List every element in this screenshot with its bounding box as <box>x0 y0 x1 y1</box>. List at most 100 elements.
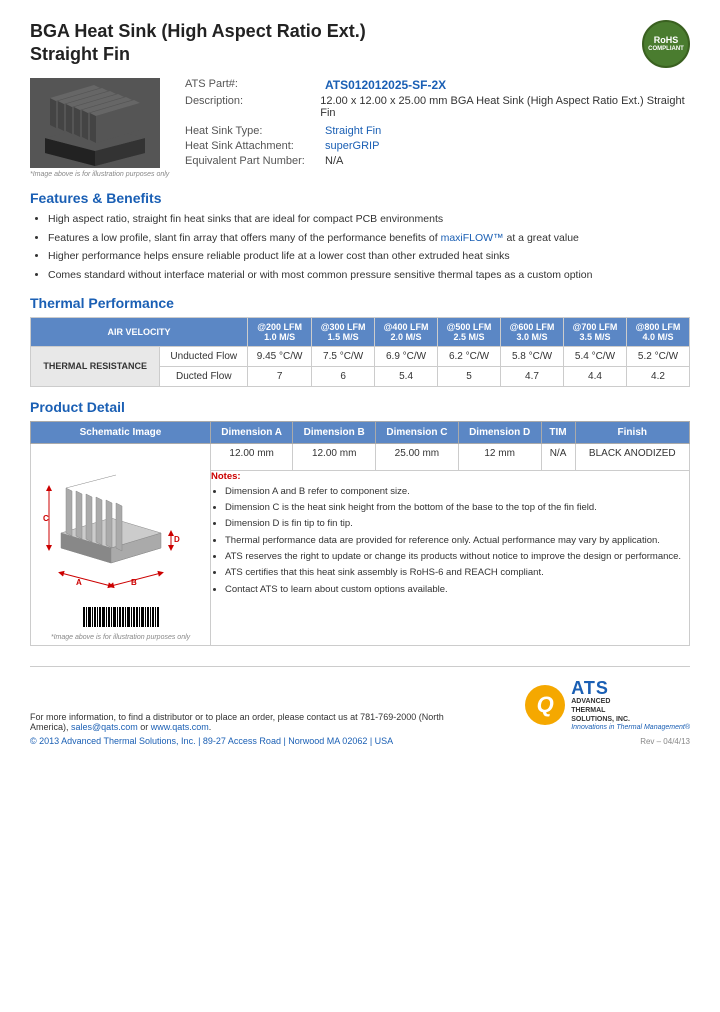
svg-text:C: C <box>43 514 49 523</box>
footer-left: For more information, to find a distribu… <box>30 712 450 746</box>
air-velocity-header: AIR VELOCITY <box>31 317 248 346</box>
ducted-flow-label: Ducted Flow <box>160 366 248 386</box>
col-schematic: Schematic Image <box>31 421 211 443</box>
note-2: Dimension C is the heat sink height from… <box>225 501 689 514</box>
maxiflow-link[interactable]: maxiFLOW™ <box>441 232 504 244</box>
col-200lfm: @200 LFM1.0 M/S <box>248 317 312 346</box>
ducted-400: 5.4 <box>375 366 438 386</box>
footer-email-link[interactable]: sales@qats.com <box>71 722 138 732</box>
notes-cell: Notes: Dimension A and B refer to compon… <box>211 470 690 645</box>
ducted-300: 6 <box>312 366 375 386</box>
unducted-300: 7.5 °C/W <box>312 346 375 366</box>
dim-a-value: 12.00 mm <box>211 443 293 470</box>
ducted-700: 4.4 <box>563 366 626 386</box>
part-number-row: ATS Part#: ATS012012025-SF-2X <box>185 78 690 92</box>
product-image-box: *Image above is for illustration purpose… <box>30 78 170 178</box>
heat-sink-type-label: Heat Sink Type: <box>185 125 325 137</box>
dim-c-value: 25.00 mm <box>376 443 459 470</box>
footer-section: For more information, to find a distribu… <box>30 666 690 746</box>
feature-item-2: Features a low profile, slant fin array … <box>48 231 690 246</box>
thermal-title: Thermal Performance <box>30 295 690 311</box>
note-6: ATS certifies that this heat sink assemb… <box>225 566 689 579</box>
feature-item-4: Comes standard without interface materia… <box>48 268 690 283</box>
unducted-600: 5.8 °C/W <box>501 346 564 366</box>
col-300lfm: @300 LFM1.5 M/S <box>312 317 375 346</box>
tim-value: N/A <box>541 443 575 470</box>
header-section: BGA Heat Sink (High Aspect Ratio Ext.) S… <box>30 20 690 68</box>
svg-text:B: B <box>131 578 137 587</box>
footer-website-link[interactable]: www.qats.com <box>151 722 209 732</box>
rohs-text: RoHS <box>654 35 679 46</box>
finish-value: BLACK ANODIZED <box>575 443 689 470</box>
unducted-flow-label: Unducted Flow <box>160 346 248 366</box>
ats-tagline: Innovations in Thermal Management® <box>571 724 690 731</box>
rohs-compliant-text: COMPLIANT <box>648 46 684 53</box>
product-title: BGA Heat Sink (High Aspect Ratio Ext.) S… <box>30 20 366 67</box>
attachment-row: Heat Sink Attachment: superGRIP <box>185 140 690 152</box>
unducted-800: 5.2 °C/W <box>626 346 689 366</box>
col-500lfm: @500 LFM2.5 M/S <box>438 317 501 346</box>
part-label: ATS Part#: <box>185 78 325 92</box>
dimension-values-row: A B C D <box>31 443 690 470</box>
ats-logo: Q ATS ADVANCED THERMAL SOLUTIONS, INC. I… <box>525 679 690 731</box>
note-5: ATS reserves the right to update or chan… <box>225 550 689 563</box>
col-finish: Finish <box>575 421 689 443</box>
thermal-resistance-label: THERMAL RESISTANCE <box>31 346 160 386</box>
product-detail-title: Product Detail <box>30 399 690 415</box>
unducted-500: 6.2 °C/W <box>438 346 501 366</box>
feature-item-1: High aspect ratio, straight fin heat sin… <box>48 212 690 227</box>
unducted-700: 5.4 °C/W <box>563 346 626 366</box>
product-title-text: BGA Heat Sink (High Aspect Ratio Ext.) S… <box>30 20 366 67</box>
thermal-performance-table: AIR VELOCITY @200 LFM1.0 M/S @300 LFM1.5… <box>30 317 690 387</box>
notes-title: Notes: <box>211 471 689 482</box>
svg-text:D: D <box>174 535 180 544</box>
unducted-200: 9.45 °C/W <box>248 346 312 366</box>
svg-text:A: A <box>76 578 82 587</box>
notes-list: Dimension A and B refer to component siz… <box>211 485 689 596</box>
product-info-section: *Image above is for illustration purpose… <box>30 78 690 178</box>
product-specs: ATS Part#: ATS012012025-SF-2X Descriptio… <box>185 78 690 178</box>
dim-d-value: 12 mm <box>458 443 541 470</box>
col-dim-a: Dimension A <box>211 421 293 443</box>
footer-contact: For more information, to find a distribu… <box>30 712 450 732</box>
ducted-800: 4.2 <box>626 366 689 386</box>
equiv-part-row: Equivalent Part Number: N/A <box>185 155 690 167</box>
schematic-caption: *Image above is for illustration purpose… <box>37 634 204 641</box>
heatsink-image <box>30 78 160 168</box>
heat-sink-type-row: Heat Sink Type: Straight Fin <box>185 125 690 137</box>
footer-copyright: © 2013 Advanced Thermal Solutions, Inc. … <box>30 736 450 746</box>
schematic-image-cell: A B C D <box>31 443 211 645</box>
col-700lfm: @700 LFM3.5 M/S <box>563 317 626 346</box>
attachment-label: Heat Sink Attachment: <box>185 140 325 152</box>
ducted-500: 5 <box>438 366 501 386</box>
rohs-badge: RoHS COMPLIANT <box>642 20 690 68</box>
unducted-400: 6.9 °C/W <box>375 346 438 366</box>
ats-brand: ATS ADVANCED THERMAL SOLUTIONS, INC. Inn… <box>571 679 690 731</box>
features-title: Features & Benefits <box>30 190 690 206</box>
note-4: Thermal performance data are provided fo… <box>225 534 689 547</box>
unducted-flow-row: THERMAL RESISTANCE Unducted Flow 9.45 °C… <box>31 346 690 366</box>
col-800lfm: @800 LFM4.0 M/S <box>626 317 689 346</box>
equiv-part-label: Equivalent Part Number: <box>185 155 325 167</box>
description-value: 12.00 x 12.00 x 25.00 mm BGA Heat Sink (… <box>320 95 690 119</box>
ats-full-name: ADVANCED THERMAL SOLUTIONS, INC. <box>571 697 690 724</box>
feature-item-3: Higher performance helps ensure reliable… <box>48 249 690 264</box>
note-3: Dimension D is fin tip to fin tip. <box>225 517 689 530</box>
heat-sink-type-value[interactable]: Straight Fin <box>325 125 381 137</box>
equiv-part-value: N/A <box>325 155 343 167</box>
col-400lfm: @400 LFM2.0 M/S <box>375 317 438 346</box>
notes-section: Notes: Dimension A and B refer to compon… <box>211 471 689 596</box>
dim-b-value: 12.00 mm <box>293 443 376 470</box>
col-tim: TIM <box>541 421 575 443</box>
description-row: Description: 12.00 x 12.00 x 25.00 mm BG… <box>185 95 690 119</box>
footer-or: or <box>140 722 148 732</box>
product-detail-table: Schematic Image Dimension A Dimension B … <box>30 421 690 646</box>
part-number-value: ATS012012025-SF-2X <box>325 78 446 92</box>
ducted-600: 4.7 <box>501 366 564 386</box>
features-list: High aspect ratio, straight fin heat sin… <box>30 212 690 283</box>
col-600lfm: @600 LFM3.0 M/S <box>501 317 564 346</box>
note-7: Contact ATS to learn about custom option… <box>225 583 689 596</box>
description-label: Description: <box>185 95 320 119</box>
ducted-200: 7 <box>248 366 312 386</box>
attachment-value[interactable]: superGRIP <box>325 140 379 152</box>
